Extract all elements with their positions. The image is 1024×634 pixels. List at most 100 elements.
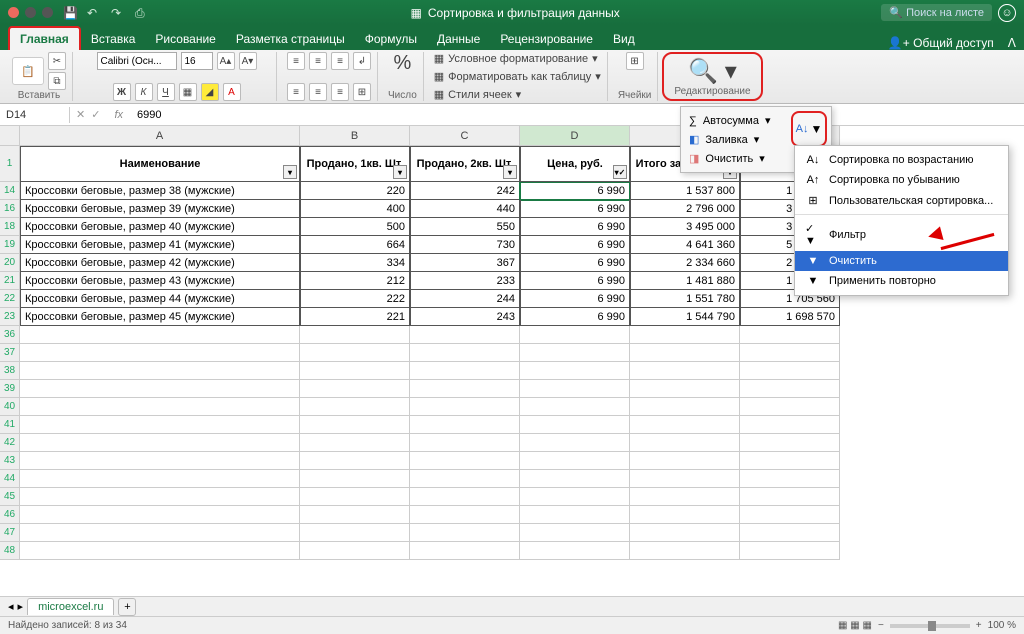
cell[interactable] xyxy=(520,470,630,488)
row-header[interactable]: 48 xyxy=(0,542,20,560)
cell[interactable] xyxy=(630,362,740,380)
cancel-formula-icon[interactable]: ✕ xyxy=(76,108,85,121)
cell[interactable] xyxy=(20,344,300,362)
window-controls[interactable] xyxy=(8,7,53,18)
filter-button[interactable]: ▾ xyxy=(283,165,297,179)
cell[interactable] xyxy=(300,470,410,488)
paste-button[interactable]: 📋 xyxy=(12,57,44,85)
row-header[interactable]: 47 xyxy=(0,524,20,542)
cell[interactable] xyxy=(300,416,410,434)
sheet-nav-icon[interactable]: ▸ xyxy=(18,600,24,613)
align-right-icon[interactable]: ≡ xyxy=(331,83,349,101)
save-icon[interactable]: 💾 xyxy=(63,6,77,20)
cell[interactable] xyxy=(410,344,520,362)
cell[interactable]: 6 990 xyxy=(520,308,630,326)
row-header[interactable]: 46 xyxy=(0,506,20,524)
cell[interactable] xyxy=(300,488,410,506)
cell[interactable] xyxy=(520,326,630,344)
cell[interactable] xyxy=(630,416,740,434)
cell[interactable] xyxy=(20,416,300,434)
cell[interactable]: 550 xyxy=(410,218,520,236)
sort-ascending-item[interactable]: A↓Сортировка по возрастанию xyxy=(795,150,1008,170)
cell[interactable]: 243 xyxy=(410,308,520,326)
cell[interactable] xyxy=(20,542,300,560)
cell[interactable]: Кроссовки беговые, размер 39 (мужские) xyxy=(20,200,300,218)
row-header[interactable]: 36 xyxy=(0,326,20,344)
cell[interactable] xyxy=(300,524,410,542)
cell[interactable] xyxy=(20,380,300,398)
cell[interactable]: Кроссовки беговые, размер 42 (мужские) xyxy=(20,254,300,272)
cell[interactable]: Наименование▾ xyxy=(20,146,300,182)
cell[interactable]: 6 990 xyxy=(520,182,630,200)
feedback-icon[interactable]: ☺ xyxy=(998,4,1016,22)
cell-styles-button[interactable]: ▦Стили ячеек ▾ xyxy=(434,88,521,101)
cell[interactable] xyxy=(740,452,840,470)
underline-button[interactable]: Ч xyxy=(157,83,175,101)
custom-sort-item[interactable]: ⊞Пользовательская сортировка... xyxy=(795,190,1008,211)
row-header[interactable]: 43 xyxy=(0,452,20,470)
row-header[interactable]: 22 xyxy=(0,290,20,308)
cell[interactable] xyxy=(740,434,840,452)
clear-filter-item[interactable]: ▼Очистить xyxy=(795,251,1008,271)
column-header[interactable]: D xyxy=(520,126,630,146)
merge-icon[interactable]: ⊞ xyxy=(353,83,371,101)
cell[interactable] xyxy=(300,542,410,560)
cell[interactable]: 3 495 000 xyxy=(630,218,740,236)
font-color-icon[interactable]: A xyxy=(223,83,241,101)
cell[interactable]: Продано, 2кв. Шт.▾ xyxy=(410,146,520,182)
cell[interactable] xyxy=(520,524,630,542)
cell[interactable] xyxy=(20,434,300,452)
cell[interactable] xyxy=(300,344,410,362)
cell[interactable] xyxy=(410,470,520,488)
cell[interactable] xyxy=(20,326,300,344)
cell[interactable] xyxy=(630,488,740,506)
cell[interactable]: 1 551 780 xyxy=(630,290,740,308)
align-left-icon[interactable]: ≡ xyxy=(287,83,305,101)
cell[interactable] xyxy=(410,488,520,506)
cell[interactable] xyxy=(20,470,300,488)
accept-formula-icon[interactable]: ✓ xyxy=(91,108,100,121)
conditional-formatting-button[interactable]: ▦Условное форматирование ▾ xyxy=(434,52,598,65)
cell[interactable]: Кроссовки беговые, размер 44 (мужские) xyxy=(20,290,300,308)
fx-icon[interactable]: fx xyxy=(106,109,131,121)
row-header[interactable]: 20 xyxy=(0,254,20,272)
tab-formulas[interactable]: Формулы xyxy=(355,28,427,50)
cell[interactable] xyxy=(740,416,840,434)
sheet-nav-icon[interactable]: ◂ xyxy=(8,600,14,613)
cell[interactable] xyxy=(300,506,410,524)
cell[interactable] xyxy=(20,362,300,380)
redo-icon[interactable]: ↷ xyxy=(111,6,125,20)
cell[interactable]: 6 990 xyxy=(520,236,630,254)
border-icon[interactable]: ▦ xyxy=(179,83,197,101)
find-icon[interactable]: 🔍 ▾ xyxy=(688,57,737,86)
cell[interactable]: 367 xyxy=(410,254,520,272)
cell[interactable] xyxy=(20,506,300,524)
cell[interactable]: 6 990 xyxy=(520,200,630,218)
cell[interactable] xyxy=(740,506,840,524)
decrease-font-icon[interactable]: A▾ xyxy=(239,52,257,70)
cell[interactable] xyxy=(300,362,410,380)
row-header[interactable]: 45 xyxy=(0,488,20,506)
sheet-tab[interactable]: microexcel.ru xyxy=(27,598,114,615)
cell[interactable] xyxy=(740,380,840,398)
cell[interactable]: Цена, руб.▾✓ xyxy=(520,146,630,182)
column-header[interactable]: A xyxy=(20,126,300,146)
cell[interactable] xyxy=(740,344,840,362)
align-center-icon[interactable]: ≡ xyxy=(309,83,327,101)
filter-item[interactable]: ✓ ▼Фильтр xyxy=(795,218,1008,251)
cell[interactable]: Продано, 1кв. Шт.▾ xyxy=(300,146,410,182)
cell[interactable] xyxy=(410,524,520,542)
cell[interactable]: 334 xyxy=(300,254,410,272)
cell[interactable] xyxy=(20,524,300,542)
copy-icon[interactable]: ⧉ xyxy=(48,72,66,90)
cell[interactable] xyxy=(300,326,410,344)
cell[interactable]: 6 990 xyxy=(520,272,630,290)
row-header[interactable]: 1 xyxy=(0,146,20,182)
cell[interactable] xyxy=(410,398,520,416)
fill-color-icon[interactable]: ◢ xyxy=(201,83,219,101)
cell[interactable]: Кроссовки беговые, размер 45 (мужские) xyxy=(20,308,300,326)
tab-view[interactable]: Вид xyxy=(603,28,645,50)
cell[interactable]: 1 698 570 xyxy=(740,308,840,326)
row-header[interactable]: 18 xyxy=(0,218,20,236)
print-icon[interactable]: ⎙ xyxy=(135,6,149,20)
